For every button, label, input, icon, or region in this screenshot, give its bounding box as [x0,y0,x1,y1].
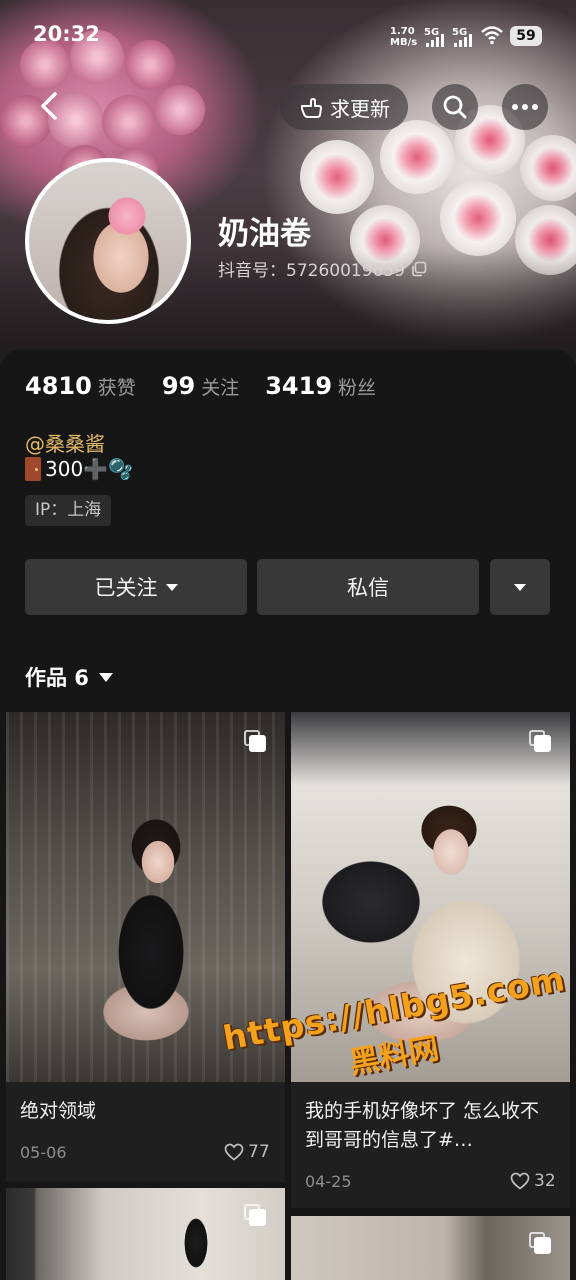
request-update-button[interactable]: 求更新 [280,84,408,130]
multi-image-icon [244,1204,266,1226]
chevron-left-icon [41,92,57,120]
work-title: 绝对领域 [20,1100,97,1122]
status-bar: 20:32 1.70 MB/s 5G 5G 59 [0,0,576,70]
message-label: 私信 [347,576,389,600]
work-likes: 32 [510,1171,556,1191]
stat-followers-value: 3419 [265,372,333,400]
copy-icon[interactable] [411,261,427,277]
profile-stats: 4810 获赞 99 关注 3419 粉丝 [25,372,402,400]
avatar[interactable] [25,158,191,324]
stat-followers-label: 粉丝 [338,377,377,399]
door-emoji-icon [25,457,41,481]
stat-followers[interactable]: 3419 粉丝 [265,372,376,400]
work-card[interactable]: 绝对领域 05-06 77 [6,712,285,1182]
works-tab[interactable]: 作品 6 [25,662,113,692]
douyin-id[interactable]: 抖音号：57260019659 [218,256,427,281]
work-date: 04-25 [305,1172,352,1191]
wifi-icon [481,26,503,45]
signal-icon [454,34,472,47]
network-speed: 1.70 MB/s [390,26,418,48]
stat-following-label: 关注 [201,377,240,399]
clock: 20:32 [33,22,100,46]
work-card[interactable]: 我的手机好像坏了 怎么收不到哥哥的信息了#… 04-25 32 [291,712,570,1208]
work-likes-count: 77 [248,1142,270,1162]
followed-button[interactable]: 已关注 [25,559,247,615]
work-card[interactable] [6,1188,285,1280]
heart-icon [224,1143,244,1161]
bio-line-text: 300➕🫧 [45,457,133,481]
multi-image-icon [529,730,551,752]
bio-line: 300➕🫧 [25,457,133,481]
followed-label: 已关注 [94,576,158,600]
stat-likes-value: 4810 [25,372,92,400]
caret-down-icon [98,672,113,682]
bio-mention-link[interactable]: @桑桑酱 [25,428,105,457]
works-tab-label: 作品 6 [25,666,89,690]
message-button[interactable]: 私信 [257,559,479,615]
ip-location-tag: IP：上海 [25,495,112,526]
search-icon [443,95,467,119]
more-button[interactable] [502,84,548,130]
work-card[interactable] [291,1216,570,1280]
heart-icon [510,1172,530,1190]
stat-likes-label: 获赞 [97,377,136,399]
stat-following-value: 99 [161,372,196,400]
more-actions-button[interactable] [490,559,550,615]
work-date: 05-06 [20,1143,67,1162]
work-likes: 77 [224,1142,270,1162]
pointing-hand-icon [301,98,322,118]
more-dots-icon [512,104,538,110]
multi-image-icon [529,1232,551,1254]
multi-image-icon [244,730,266,752]
search-button[interactable] [432,84,478,130]
stat-likes[interactable]: 4810 获赞 [25,372,136,400]
request-update-label: 求更新 [330,96,390,121]
profile-nickname: 奶油卷 [218,216,311,252]
work-thumbnail [6,1188,285,1280]
signal-icon [426,34,444,47]
douyin-id-text: 抖音号：57260019659 [218,261,405,281]
caret-down-icon [165,583,178,591]
work-title: 我的手机好像坏了 怎么收不到哥哥的信息了#… [305,1100,540,1151]
caret-down-icon [514,583,526,591]
back-button[interactable] [28,84,72,128]
battery-indicator: 59 [510,26,542,46]
work-likes-count: 32 [534,1171,556,1191]
stat-following[interactable]: 99 关注 [162,372,239,400]
